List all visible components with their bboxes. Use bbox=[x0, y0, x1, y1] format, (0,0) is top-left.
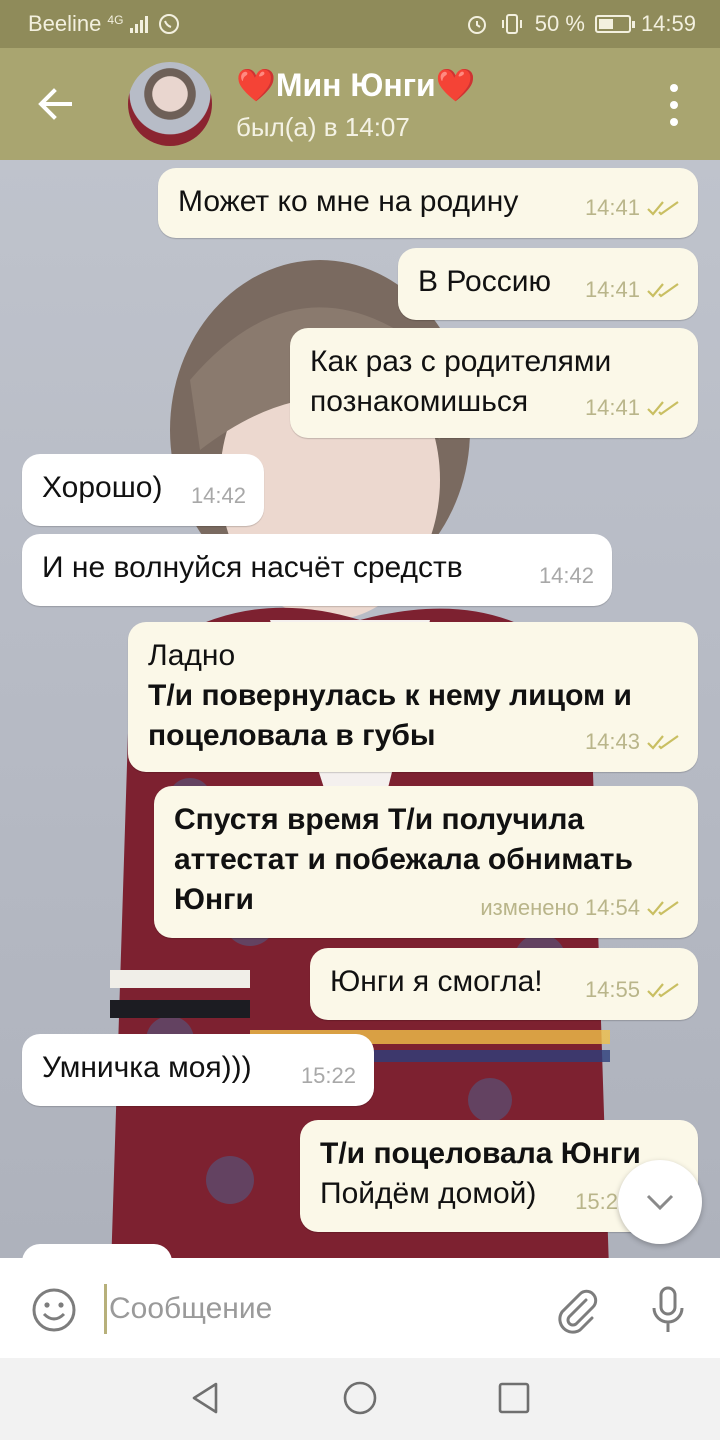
message-bubble-in[interactable]: И не волнуйся насчёт средств 14:42 bbox=[22, 534, 612, 606]
message-bubble-out[interactable]: В Россию 14:41 bbox=[398, 248, 698, 320]
double-check-icon bbox=[647, 983, 679, 998]
double-check-icon bbox=[647, 901, 679, 916]
message-bubble-out[interactable]: Как раз с родителями познакомишься 14:41 bbox=[290, 328, 698, 438]
chat-header: ❤️Мин Юнги❤️ был(а) в 14:07 bbox=[0, 48, 720, 160]
avatar[interactable] bbox=[128, 62, 212, 146]
battery-percent: 50 % bbox=[534, 11, 585, 36]
message-text: Ладно bbox=[148, 639, 236, 672]
message-bubble-out[interactable]: Может ко мне на родину 14:41 bbox=[158, 168, 698, 238]
scroll-down-button[interactable] bbox=[618, 1160, 702, 1244]
carrier-label: Beeline bbox=[28, 11, 102, 36]
more-vert-icon[interactable] bbox=[664, 84, 684, 126]
message-bubble-in-partial[interactable] bbox=[22, 1244, 172, 1258]
message-time: 14:42 bbox=[538, 563, 594, 588]
clock: 14:59 bbox=[640, 11, 696, 36]
message-time: 14:42 bbox=[190, 483, 246, 508]
double-check-icon bbox=[647, 201, 679, 216]
chevron-down-icon bbox=[646, 1194, 674, 1211]
message-time: 14:41 bbox=[584, 195, 640, 220]
vibrate-icon bbox=[501, 14, 522, 34]
back-arrow-icon[interactable] bbox=[30, 80, 78, 128]
nav-back-icon[interactable] bbox=[188, 1380, 224, 1416]
message-time: изменено 14:54 bbox=[480, 895, 640, 920]
message-bubble-out[interactable]: Спустя время Т/и получила аттестат и поб… bbox=[154, 786, 698, 938]
message-bubble-in[interactable]: Умничка моя))) 15:22 bbox=[22, 1034, 374, 1106]
alarm-icon bbox=[467, 16, 486, 34]
message-time: 15:2 bbox=[575, 1189, 618, 1214]
emoji-icon[interactable] bbox=[30, 1286, 78, 1334]
double-check-icon bbox=[647, 401, 679, 416]
double-check-icon bbox=[647, 283, 679, 298]
message-time: 14:41 bbox=[584, 395, 640, 420]
last-seen: был(а) в 14:07 bbox=[236, 112, 410, 142]
whatsapp-icon bbox=[159, 14, 180, 34]
battery-icon bbox=[594, 15, 635, 33]
signal-icon bbox=[130, 16, 149, 33]
double-check-icon bbox=[647, 735, 679, 750]
message-text: Т/и поцеловала Юнги bbox=[320, 1137, 641, 1170]
message-bubble-out[interactable]: Ладно Т/и повернулась к нему лицом и поц… bbox=[128, 622, 698, 772]
network-label: 4G bbox=[107, 13, 124, 27]
message-time: 14:41 bbox=[584, 277, 640, 302]
message-input[interactable]: Сообщение bbox=[104, 1284, 524, 1334]
nav-recent-icon[interactable] bbox=[496, 1380, 532, 1416]
message-time: 15:22 bbox=[300, 1063, 356, 1088]
message-bubble-out[interactable]: Юнги я смогла! 14:55 bbox=[310, 948, 698, 1020]
message-time: 14:55 bbox=[584, 977, 640, 1002]
chat-area[interactable]: Может ко мне на родину 14:41 В Россию 14… bbox=[0, 160, 720, 1258]
contact-name[interactable]: ❤️Мин Юнги❤️ bbox=[236, 66, 476, 104]
message-input-bar: Сообщение bbox=[0, 1258, 720, 1358]
nav-home-icon[interactable] bbox=[342, 1380, 378, 1416]
system-nav-bar bbox=[0, 1358, 720, 1440]
message-bubble-in[interactable]: Хорошо) 14:42 bbox=[22, 454, 264, 526]
message-text: И не волнуйся насчёт средств bbox=[42, 551, 463, 584]
status-bar: Beeline 4G 50 % 14:59 bbox=[0, 0, 720, 48]
microphone-icon[interactable] bbox=[644, 1284, 692, 1336]
message-time: 14:43 bbox=[584, 729, 640, 754]
paperclip-icon[interactable] bbox=[552, 1286, 600, 1334]
